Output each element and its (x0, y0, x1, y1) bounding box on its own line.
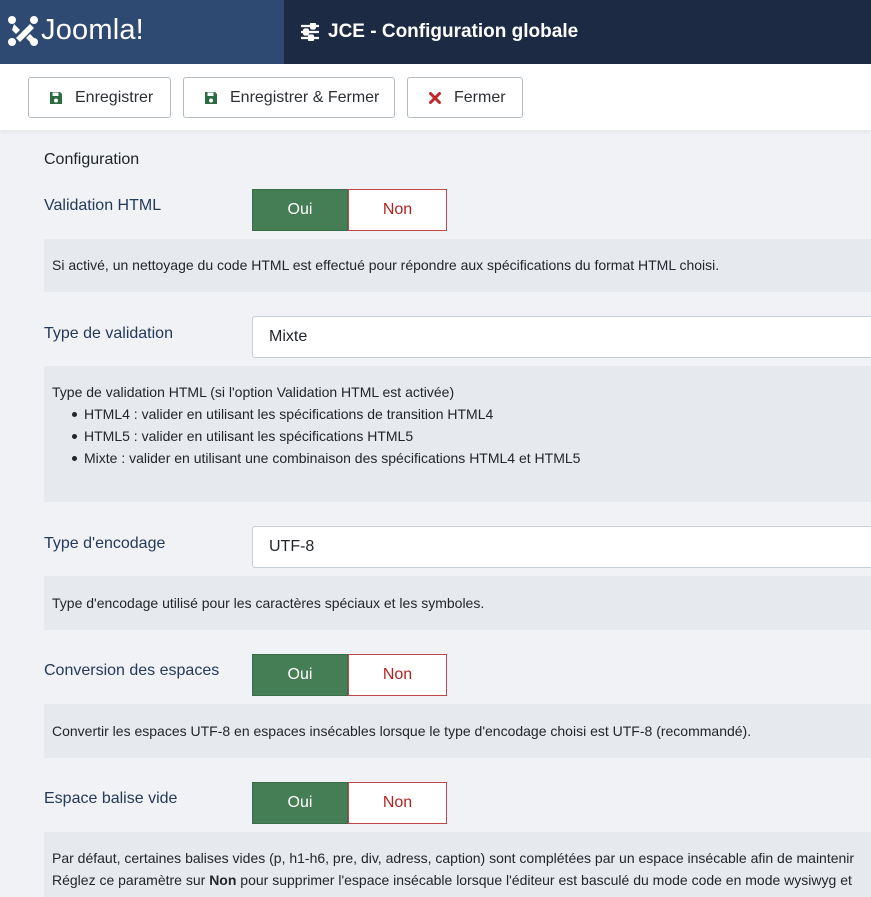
encoding-type-select[interactable]: UTF-8 (252, 526, 871, 568)
html-validation-yes[interactable]: Oui (252, 189, 348, 231)
empty-tag-space-desc-line1: Par défaut, certaines balises vides (p, … (52, 850, 855, 866)
save-button-label: Enregistrer (75, 88, 154, 106)
space-conversion-desc-text: Convertir les espaces UTF-8 en espaces i… (52, 723, 752, 739)
html-validation-description: Si activé, un nettoyage du code HTML est… (44, 239, 871, 292)
validation-type-description: Type de validation HTML (si l'option Val… (44, 366, 871, 502)
html-validation-desc-text: Si activé, un nettoyage du code HTML est… (52, 257, 720, 273)
config-form: Configuration Validation HTML Oui Non Si… (0, 131, 871, 897)
top-header: Joomla! JCE - Configuration globale (0, 0, 871, 64)
toolbar: Enregistrer Enregistrer & Fermer Fermer (0, 64, 871, 131)
html-validation-label: Validation HTML (44, 197, 162, 214)
space-conversion-toggle: Oui Non (252, 654, 447, 696)
empty-tag-space-no[interactable]: Non (348, 782, 447, 824)
validation-type-select[interactable]: Mixte (252, 316, 871, 358)
html-validation-toggle: Oui Non (252, 189, 447, 231)
brand-area[interactable]: Joomla! (0, 0, 284, 64)
empty-tag-space-label: Espace balise vide (44, 790, 178, 807)
desc-bold: Non (209, 872, 237, 888)
desc-text: Réglez ce paramètre sur (52, 872, 210, 888)
space-conversion-yes[interactable]: Oui (252, 654, 348, 696)
joomla-logo-icon (8, 16, 38, 46)
close-button-label: Fermer (454, 88, 506, 106)
save-icon (49, 91, 63, 105)
space-conversion-no[interactable]: Non (348, 654, 447, 696)
empty-tag-space-desc-line2: Réglez ce paramètre sur Non pour supprim… (52, 869, 863, 891)
page-heading: JCE - Configuration globale (300, 20, 578, 44)
space-conversion-label: Conversion des espaces (44, 662, 220, 679)
html-validation-no[interactable]: Non (348, 189, 447, 231)
list-item: Mixte : valider en utilisant une combina… (52, 447, 871, 469)
validation-type-label: Type de validation (44, 325, 173, 342)
encoding-type-description: Type d'encodage utilisé pour les caractè… (44, 576, 871, 630)
validation-type-desc-list: HTML4 : valider en utilisant les spécifi… (52, 403, 871, 469)
space-conversion-description: Convertir les espaces UTF-8 en espaces i… (44, 704, 871, 758)
encoding-type-desc-text: Type d'encodage utilisé pour les caractè… (52, 595, 485, 611)
list-item: HTML4 : valider en utilisant les spécifi… (52, 403, 871, 425)
list-item: HTML5 : valider en utilisant les spécifi… (52, 425, 871, 447)
desc-text: pour supprimer l'espace insécable lorsqu… (236, 872, 852, 888)
encoding-type-label: Type d'encodage (44, 535, 166, 552)
empty-tag-space-description: Par défaut, certaines balises vides (p, … (44, 832, 871, 897)
close-icon (428, 91, 442, 105)
encoding-type-value: UTF-8 (269, 538, 315, 555)
empty-tag-space-yes[interactable]: Oui (252, 782, 348, 824)
save-button[interactable]: Enregistrer (28, 77, 171, 118)
save-close-button[interactable]: Enregistrer & Fermer (183, 77, 395, 118)
sliders-icon (301, 23, 319, 41)
validation-type-value: Mixte (269, 328, 308, 345)
page-title: JCE - Configuration globale (328, 21, 579, 42)
section-title: Configuration (44, 151, 140, 168)
save-close-button-label: Enregistrer & Fermer (230, 88, 380, 106)
close-button[interactable]: Fermer (407, 77, 523, 118)
empty-tag-space-toggle: Oui Non (252, 782, 447, 824)
validation-type-desc-intro: Type de validation HTML (si l'option Val… (52, 384, 455, 400)
save-icon (204, 91, 218, 105)
brand-name: Joomla! (41, 14, 144, 46)
